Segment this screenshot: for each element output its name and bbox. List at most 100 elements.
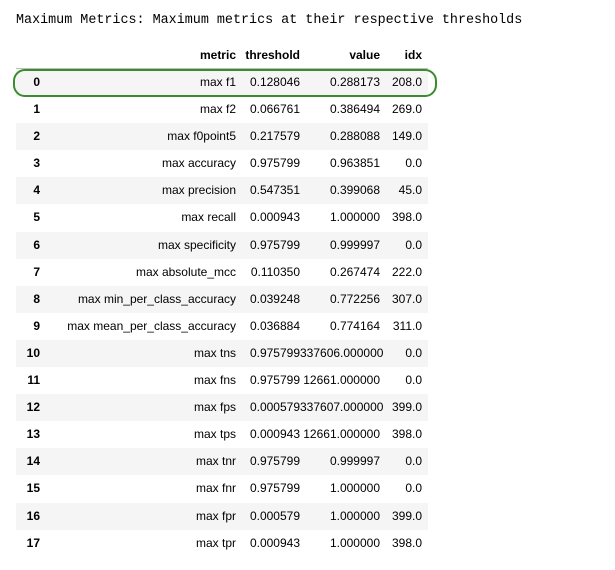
value-cell: 1.000000 [329,481,380,496]
table-row: 13 max tps 0.000943 12661.000000 398.0 [16,421,428,448]
metric-cell: max fnr [195,481,236,496]
metric-cell: max min_per_class_accuracy [77,291,236,306]
value-cell: 0.774164 [329,318,380,333]
value-cell: 0.772256 [329,291,380,306]
idx-cell: 307.0 [391,291,422,306]
metric-cell: max precision [161,183,236,198]
metric-cell: max specificity [157,237,236,252]
table-row: 15 max fnr 0.975799 1.000000 0.0 [16,475,428,502]
value-cell: 0.386494 [329,102,380,117]
header-threshold: threshold [245,48,300,62]
value-cell: 0.999997 [329,237,380,252]
metric-cell: max recall [181,210,236,225]
table-row: 14 max tnr 0.975799 0.999997 0.0 [16,448,428,476]
threshold-cell: 0.000943 [249,535,300,550]
metric-cell: max accuracy [161,156,236,171]
threshold-cell: 0.000579 [249,508,300,523]
idx-cell: 222.0 [391,264,422,279]
idx-cell: 0.0 [405,345,422,360]
idx-cell: 0.0 [405,481,422,496]
value-cell: 337607.000000 [300,400,384,415]
table-body: 0 max f1 0.128046 0.288173 208.0 1 max f2 0.066… [16,69,428,557]
value-cell: 0.999997 [329,454,380,469]
idx-cell: 398.0 [391,210,422,225]
idx-cell: 311.0 [392,318,422,333]
table-row: 1 max f2 0.066761 0.386494 269.0 [16,96,428,123]
metric-cell: max f1 [199,75,236,89]
idx-cell: 0.0 [405,237,422,252]
header-value: value [349,48,380,62]
dataframe-table: metric threshold value idx 0 max f1 0.1280… [16,42,428,557]
value-cell: 12661.000000 [303,427,380,442]
row-index: 2 [33,129,40,144]
threshold-cell: 0.066761 [249,102,300,117]
value-cell: 0.399068 [329,183,380,198]
table-row: 6 max specificity 0.975799 0.999997 0.0 [16,231,428,259]
row-index: 8 [33,291,40,306]
table-row: 16 max fpr 0.000579 1.000000 399.0 [16,502,428,530]
table-row: 12 max fps 0.000579 337607.000000 399.0 [16,394,428,422]
threshold-cell: 0.975799 [249,481,300,496]
threshold-cell: 0.036884 [249,318,300,333]
metric-cell: max fpr [195,508,236,523]
threshold-cell: 0.975799 [249,345,300,360]
table-row: 3 max accuracy 0.975799 0.963851 0.0 [16,150,428,177]
value-cell: 1.000000 [329,210,380,225]
threshold-cell: 0.000943 [249,427,300,442]
row-index: 4 [33,183,40,198]
table-row: 10 max tns 0.975799 337606.000000 0.0 [16,339,428,368]
idx-cell: 208.0 [391,75,422,89]
idx-cell: 398.0 [391,427,422,442]
metric-cell: max mean_per_class_accuracy [67,318,236,333]
idx-cell: 398.0 [391,535,422,550]
idx-cell: 45.0 [398,183,422,198]
threshold-cell: 0.000579 [249,400,300,415]
metric-cell: max tns [193,345,236,360]
table-row: 0 max f1 0.128046 0.288173 208.0 [16,69,428,97]
row-index: 7 [33,264,40,279]
table-row: 5 max recall 0.000943 1.000000 398.0 [16,204,428,231]
row-index: 9 [33,318,40,333]
value-cell: 12661.000000 [303,373,380,388]
row-index: 6 [33,237,40,252]
table-header-row: metric threshold value idx [16,42,428,69]
threshold-cell: 0.547351 [249,183,300,198]
idx-cell: 269.0 [391,102,422,117]
value-cell: 0.288088 [329,129,380,144]
table-row: 17 max tpr 0.000943 1.000000 398.0 [16,530,428,557]
row-index: 16 [26,508,40,523]
idx-cell: 0.0 [405,156,422,171]
metric-cell: max absolute_mcc [135,264,236,279]
idx-cell: 149.0 [391,129,422,144]
table-row: 7 max absolute_mcc 0.110350 0.267474 222.0 [16,259,428,286]
threshold-cell: 0.000943 [249,210,300,225]
threshold-cell: 0.975799 [249,237,300,252]
threshold-cell: 0.217579 [249,129,300,144]
output-title: Maximum Metrics: Maximum metrics at thei… [16,13,523,28]
row-index: 11 [27,373,40,388]
value-cell: 337606.000000 [300,345,384,360]
value-cell: 0.963851 [329,156,380,171]
metric-cell: max f0point5 [167,129,236,144]
table-row: 9 max mean_per_class_accuracy 0.036884 0.77… [16,313,428,340]
metric-cell: max tpr [195,535,236,550]
row-index: 10 [26,345,40,360]
threshold-cell: 0.975799 [249,454,300,469]
row-index: 14 [26,454,40,469]
value-cell: 0.267474 [329,264,380,279]
idx-cell: 0.0 [405,373,422,388]
row-index: 15 [26,481,40,496]
row-index: 3 [33,156,40,171]
value-cell: 1.000000 [329,508,380,523]
threshold-cell: 0.975799 [249,373,300,388]
header-metric: metric [199,48,236,62]
metric-cell: max fps [193,400,236,415]
header-idx: idx [404,48,422,62]
row-index: 1 [33,102,40,117]
threshold-cell: 0.039248 [249,291,300,306]
metric-cell: max tnr [195,454,236,469]
row-index: 0 [33,75,40,89]
row-index: 5 [33,210,40,225]
row-index: 13 [26,427,40,442]
threshold-cell: 0.975799 [249,156,300,171]
